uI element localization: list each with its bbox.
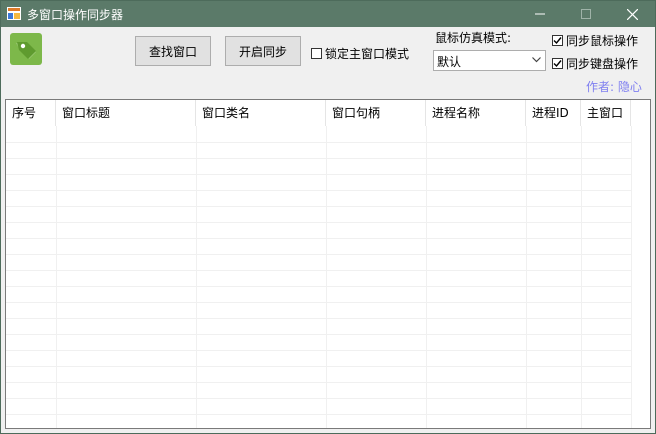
lock-main-window-label: 锁定主窗口模式 — [325, 47, 410, 61]
title-bar[interactable]: 多窗口操作同步器 — [1, 1, 655, 27]
sync-keyboard-label: 同步键盘操作 — [566, 57, 639, 71]
app-window-icon — [7, 7, 21, 20]
client-area: 查找窗口 开启同步 锁定主窗口模式 鼠标仿真模式: 默认 同步鼠标操作 同步键盘… — [1, 27, 655, 433]
column-header-process-id[interactable]: 进程ID — [526, 100, 581, 126]
grid-row-line — [6, 318, 631, 319]
grid-row-line — [6, 206, 631, 207]
checkbox-box[interactable] — [311, 48, 322, 59]
mouse-mode-select[interactable]: 默认 — [433, 50, 546, 71]
close-icon — [626, 8, 638, 20]
column-header-window-class[interactable]: 窗口类名 — [196, 100, 326, 126]
grid-row-line — [6, 238, 631, 239]
grid-row-line — [6, 350, 631, 351]
tag-logo-icon — [10, 33, 42, 65]
list-grid — [6, 126, 650, 428]
sync-mouse-label: 同步鼠标操作 — [566, 34, 639, 48]
checkbox-box[interactable] — [552, 58, 563, 69]
grid-row-line — [6, 382, 631, 383]
grid-column-line — [526, 126, 527, 428]
window-list[interactable]: 序号 窗口标题 窗口类名 窗口句柄 进程名称 进程ID 主窗口 — [5, 99, 651, 429]
minimize-icon — [535, 13, 545, 15]
grid-column-line — [56, 126, 57, 428]
close-button[interactable] — [609, 1, 655, 27]
column-header-process-name[interactable]: 进程名称 — [426, 100, 526, 126]
column-header-window-title[interactable]: 窗口标题 — [56, 100, 196, 126]
window-title: 多窗口操作同步器 — [27, 8, 124, 22]
lock-main-window-checkbox[interactable]: 锁定主窗口模式 — [311, 45, 409, 62]
checkbox-box[interactable] — [552, 35, 563, 46]
sync-mouse-checkbox[interactable]: 同步鼠标操作 — [552, 32, 638, 49]
grid-column-line — [196, 126, 197, 428]
chevron-down-icon — [532, 57, 541, 63]
column-header-main-window[interactable]: 主窗口 — [581, 100, 631, 126]
grid-row-line — [6, 174, 631, 175]
grid-row-line — [6, 254, 631, 255]
grid-column-line — [581, 126, 582, 428]
maximize-icon — [581, 9, 591, 19]
grid-row-line — [6, 142, 631, 143]
grid-column-line — [426, 126, 427, 428]
mouse-mode-value: 默认 — [437, 55, 462, 69]
column-header-window-handle[interactable]: 窗口句柄 — [326, 100, 426, 126]
app-window: 多窗口操作同步器 查找窗口 开启同步 锁定主窗口模式 鼠标仿真模式: 默认 同步… — [0, 0, 656, 434]
grid-row-line — [6, 158, 631, 159]
grid-row-line — [6, 286, 631, 287]
grid-row-line — [6, 302, 631, 303]
find-window-button[interactable]: 查找窗口 — [135, 36, 211, 66]
grid-row-line — [6, 190, 631, 191]
minimize-button[interactable] — [517, 1, 563, 27]
grid-column-line — [631, 126, 632, 428]
grid-row-line — [6, 398, 631, 399]
list-header: 序号 窗口标题 窗口类名 窗口句柄 进程名称 进程ID 主窗口 — [6, 100, 650, 126]
sync-keyboard-checkbox[interactable]: 同步键盘操作 — [552, 55, 638, 72]
grid-row-line — [6, 414, 631, 415]
author-label: 作者: 隐心 — [586, 80, 642, 94]
grid-row-line — [6, 334, 631, 335]
grid-row-line — [6, 366, 631, 367]
grid-column-line — [326, 126, 327, 428]
grid-row-line — [6, 222, 631, 223]
maximize-button[interactable] — [563, 1, 609, 27]
mouse-mode-label: 鼠标仿真模式: — [435, 31, 512, 45]
check-icon — [553, 37, 562, 45]
column-header-index[interactable]: 序号 — [6, 100, 56, 126]
check-icon — [553, 60, 562, 68]
grid-row-line — [6, 270, 631, 271]
start-sync-button[interactable]: 开启同步 — [225, 36, 301, 66]
